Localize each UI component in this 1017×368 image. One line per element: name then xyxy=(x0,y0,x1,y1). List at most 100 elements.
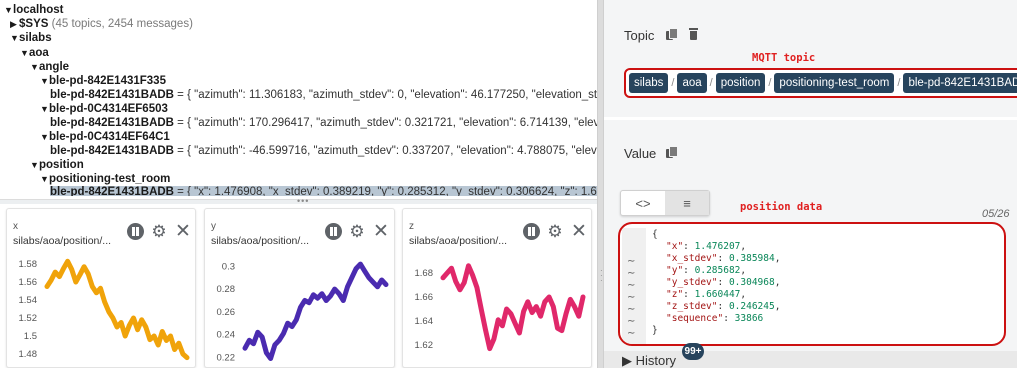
breadcrumb-separator: / xyxy=(768,77,772,89)
tree-leaf-label: ble-pd-842E1431BADB xyxy=(50,89,174,101)
tree-leaf-locator-3-tag[interactable]: ble-pd-842E1431BADB = { "azimuth": -46.5… xyxy=(50,145,597,158)
fold-marker-icon: ∼ xyxy=(627,292,636,303)
history-label: History xyxy=(635,353,677,368)
message-timestamp: 05/26 xyxy=(982,208,1010,220)
breadcrumb-position[interactable]: position xyxy=(715,73,766,93)
pane-splitter[interactable]: · · · xyxy=(597,0,604,368)
tree-leaf-value: = { "azimuth": 170.296417, "azimuth_stde… xyxy=(173,117,597,129)
trash-icon[interactable] xyxy=(689,28,698,40)
tree-node-position[interactable]: ▼position xyxy=(30,159,84,172)
formatted-view-tab[interactable]: ≡ xyxy=(665,191,709,215)
expand-arrow-icon[interactable]: ▼ xyxy=(30,159,39,172)
tree-node-aoa[interactable]: ▼aoa xyxy=(20,47,49,60)
expand-arrow-icon[interactable]: ▼ xyxy=(30,61,39,74)
details-pane: Topic MQTT topic silabs / aoa / position… xyxy=(604,0,1017,368)
expand-arrow-icon[interactable]: ▼ xyxy=(40,131,49,144)
expand-arrow-icon[interactable]: ▼ xyxy=(40,75,49,88)
expand-arrow-icon[interactable]: ▼ xyxy=(40,173,49,186)
tree-node-angle[interactable]: ▼angle xyxy=(30,61,69,74)
tree-leaf-locator-1-tag[interactable]: ble-pd-842E1431BADB = { "azimuth": 11.30… xyxy=(50,89,597,102)
chart-panel-x: 1.58 1.56 1.54 1.52 1.5 1.48 x silabs/aoa/pos… xyxy=(6,208,196,368)
pause-icon[interactable] xyxy=(125,221,145,241)
y-tick-label: 1.48 xyxy=(19,349,38,360)
breadcrumb-separator: / xyxy=(709,77,713,89)
json-value: 0.285682 xyxy=(694,265,741,276)
y-tick-label: 1.52 xyxy=(19,313,38,324)
y-tick-label: 1.64 xyxy=(415,316,434,327)
json-comma: , xyxy=(740,265,747,276)
json-value-viewer[interactable]: ∼ ∼ ∼ ∼ ∼ ∼ ∼ { "x": 1.476207, "x_stdev"… xyxy=(618,222,1006,346)
gear-icon[interactable]: ⚙ xyxy=(149,221,169,241)
drag-handle-icon[interactable]: ••• xyxy=(297,196,309,206)
close-icon[interactable]: ✕ xyxy=(173,221,193,241)
gear-icon[interactable]: ⚙ xyxy=(347,221,367,241)
tree-node-label: silabs xyxy=(19,32,52,44)
tree-node-label: ble-pd-842E1431F335 xyxy=(49,75,166,87)
json-key: "x" xyxy=(666,241,684,252)
breadcrumb-tag[interactable]: ble-pd-842E1431BADB xyxy=(903,73,1017,93)
tree-node-locator-3[interactable]: ▼ble-pd-0C4314EF64C1 xyxy=(40,131,170,144)
json-key: "y_stdev" xyxy=(666,277,718,288)
splitter-grip-icon[interactable]: · · · xyxy=(600,267,603,285)
series-line-y xyxy=(242,261,389,361)
expand-arrow-icon[interactable]: ▼ xyxy=(4,4,13,17)
json-line: "sequence": 33866 xyxy=(666,313,764,324)
breadcrumb-separator: / xyxy=(897,77,901,89)
collapse-arrow-icon[interactable]: ▶ xyxy=(10,18,19,31)
tree-node-locator-1[interactable]: ▼ble-pd-842E1431F335 xyxy=(40,75,166,88)
pause-icon[interactable] xyxy=(323,221,343,241)
tree-node-localhost[interactable]: ▼localhost xyxy=(4,4,63,17)
tree-node-sys[interactable]: ▶ $SYS (45 topics, 2454 messages) xyxy=(10,18,193,31)
copy-icon[interactable] xyxy=(666,146,678,158)
tree-node-locator-2[interactable]: ▼ble-pd-0C4314EF6503 xyxy=(40,103,168,116)
fold-marker-icon: ∼ xyxy=(627,256,636,267)
expand-arrow-icon[interactable]: ▼ xyxy=(10,32,19,45)
close-icon[interactable]: ✕ xyxy=(569,221,589,241)
json-comma: , xyxy=(774,277,781,288)
breadcrumb-silabs[interactable]: silabs xyxy=(629,73,669,93)
tree-leaf-locator-2-tag[interactable]: ble-pd-842E1431BADB = { "azimuth": 170.2… xyxy=(50,117,597,130)
json-key: "z_stdev" xyxy=(666,301,718,312)
json-value: 33866 xyxy=(734,313,764,324)
series-line-x xyxy=(44,258,190,361)
fold-marker-icon: ∼ xyxy=(627,280,636,291)
json-value: 1.660447 xyxy=(694,289,741,300)
json-open-brace: { xyxy=(652,229,658,240)
gear-icon[interactable]: ⚙ xyxy=(545,221,565,241)
json-comma: , xyxy=(740,241,747,252)
json-line: "z": 1.660447, xyxy=(666,289,747,300)
topic-heading: Topic xyxy=(624,28,655,43)
history-count-badge: 99+ xyxy=(682,343,704,360)
json-value: 0.385984 xyxy=(728,253,775,264)
json-line: "y": 0.285682, xyxy=(666,265,747,276)
tree-leaf-value: = { "azimuth": -46.599716, "azimuth_stde… xyxy=(173,145,597,157)
y-tick-label: 1.5 xyxy=(24,331,37,342)
expand-arrow-icon[interactable]: ▼ xyxy=(20,47,29,60)
tree-node-label: $SYS xyxy=(19,18,49,30)
tree-node-label: position xyxy=(39,159,84,171)
close-icon[interactable]: ✕ xyxy=(371,221,391,241)
tree-leaf-label: ble-pd-842E1431BADB xyxy=(50,186,174,196)
json-line: "z_stdev": 0.246245, xyxy=(666,301,781,312)
json-key: "z" xyxy=(666,289,684,300)
breadcrumb-aoa[interactable]: aoa xyxy=(677,73,707,93)
tree-leaf-label: ble-pd-842E1431BADB xyxy=(50,117,174,129)
chart-panel-z: 1.68 1.66 1.64 1.62 z silabs/aoa/position/.… xyxy=(402,208,592,368)
history-toggle[interactable]: ▶ History xyxy=(622,353,676,368)
tree-leaf-value: = { "azimuth": 11.306183, "azimuth_stdev… xyxy=(173,89,597,101)
tree-node-label: positioning-test_room xyxy=(49,173,171,185)
breadcrumb-room[interactable]: positioning-test_room xyxy=(774,73,895,93)
raw-view-tab[interactable]: <> xyxy=(621,191,665,215)
y-tick-label: 0.24 xyxy=(217,330,236,341)
json-key: "y" xyxy=(666,265,684,276)
tree-node-silabs[interactable]: ▼silabs xyxy=(10,32,52,45)
tree-leaf-room-tag-selected[interactable]: ble-pd-842E1431BADB = { "x": 1.476908, "… xyxy=(50,186,597,196)
tree-node-room[interactable]: ▼positioning-test_room xyxy=(40,173,170,186)
topic-breadcrumb: silabs / aoa / position / positioning-te… xyxy=(624,68,1017,98)
pause-icon[interactable] xyxy=(521,221,541,241)
value-view-toggle: <> ≡ xyxy=(620,190,710,216)
y-tick-label: 1.62 xyxy=(415,340,434,351)
tree-chart-divider[interactable]: ••• xyxy=(0,196,597,206)
expand-arrow-icon[interactable]: ▼ xyxy=(40,103,49,116)
copy-icon[interactable] xyxy=(666,28,678,40)
